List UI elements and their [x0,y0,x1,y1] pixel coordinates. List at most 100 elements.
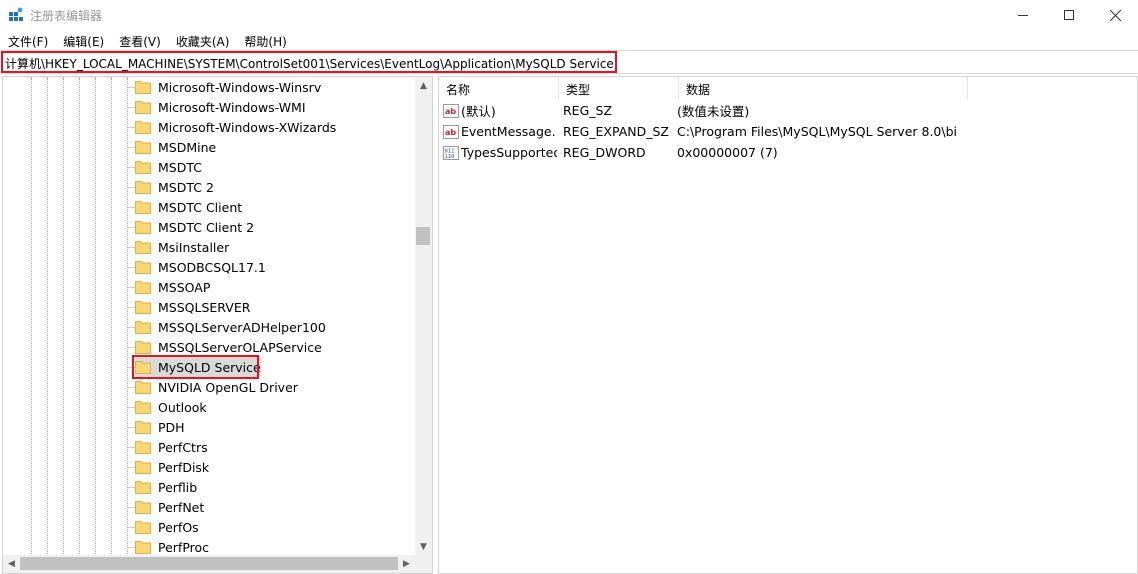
value-row[interactable]: ab (默认) REG_SZ (数值未设置) [443,100,957,121]
tree-item[interactable]: Perflib [135,477,197,497]
tree-item[interactable]: MSSOAP [135,277,210,297]
maximize-icon [1064,10,1074,20]
tree-item[interactable]: NVIDIA OpenGL Driver [135,377,298,397]
menu-file[interactable]: 文件(F) [0,30,55,50]
title-bar: 注册表编辑器 [0,0,1138,30]
tree-item[interactable]: PerfDisk [135,457,209,477]
folder-icon [135,421,151,434]
tree-item-label: MSSOAP [158,279,211,295]
tree-item-label: MSSQLSERVER [158,299,251,315]
svg-text:110: 110 [445,154,455,160]
folder-icon [135,321,151,334]
minimize-button[interactable] [1000,0,1046,30]
menu-bar: 文件(F) 编辑(E) 查看(V) 收藏夹(A) 帮助(H) [0,30,1138,50]
maximize-button[interactable] [1046,0,1092,30]
menu-edit[interactable]: 编辑(E) [55,30,111,50]
value-type-cell: REG_DWORD [563,145,646,160]
tree-item-label: MSODBCSQL17.1 [158,259,266,275]
tree-item[interactable]: MSDTC [135,157,202,177]
close-button[interactable] [1092,0,1138,30]
tree-item[interactable]: PerfNet [135,497,204,517]
tree-horizontal-scrollbar[interactable]: ◀ ▶ [3,555,432,573]
tree-item[interactable]: MSDTC 2 [135,177,214,197]
tree-item-label: PerfCtrs [158,439,208,455]
scroll-down-icon[interactable]: ▼ [415,538,432,555]
folder-icon [135,301,151,314]
tree-item[interactable]: MSODBCSQL17.1 [135,257,266,277]
tree-item[interactable]: PDH [135,417,185,437]
folder-icon [135,481,151,494]
binary-value-icon: 011110 [443,145,459,160]
values-list-pane[interactable]: 名称 类型 数据 ab (默认) REG_SZ (数值未设置) ab EventMessa… [438,76,1138,574]
close-icon [1109,9,1121,21]
column-header-data[interactable]: 数据 [679,77,968,99]
value-name-cell: EventMessage... [461,124,557,139]
folder-icon [135,221,151,234]
address-bar[interactable]: 计算机\HKEY_LOCAL_MACHINE\SYSTEM\ControlSet… [0,50,1138,74]
tree-item[interactable]: MSDTC Client 2 [135,217,254,237]
tree-item-label: PerfOs [158,519,199,535]
tree-item[interactable]: MSSQLServerOLAPService [135,337,322,357]
tree-item[interactable]: Microsoft-Windows-WMI [135,97,306,117]
tree-item-label: MSSQLServerADHelper100 [158,319,326,335]
tree-item-label: PDH [158,419,185,435]
menu-view[interactable]: 查看(V) [111,30,168,50]
tree-item-label: MSDTC Client [158,199,243,215]
horizontal-scroll-thumb[interactable] [20,557,398,570]
value-row[interactable]: ab EventMessage... REG_EXPAND_SZ C:\Program… [443,121,957,142]
folder-icon [135,521,151,534]
folder-icon [135,441,151,454]
tree-item-label: Microsoft-Windows-WMI [158,99,306,115]
registry-editor-icon [9,7,23,21]
folder-icon [135,381,151,394]
value-type-cell: REG_EXPAND_SZ [563,124,669,139]
vertical-scroll-thumb[interactable] [416,227,430,245]
folder-icon [135,201,151,214]
tree-item-label: MsiInstaller [158,239,230,255]
string-value-icon: ab [443,103,459,118]
tree-vertical-scrollbar[interactable]: ▲ ▼ [415,77,432,555]
menu-help[interactable]: 帮助(H) [236,30,293,50]
tree-item[interactable]: PerfProc [135,537,209,557]
value-name-cell: TypesSupported [461,145,557,160]
folder-icon [135,141,151,154]
value-name-cell: (默认) [461,104,496,119]
column-header-type[interactable]: 类型 [559,77,679,99]
tree-item-label: Perflib [158,479,198,495]
value-data-cell: 0x00000007 (7) [677,145,778,160]
tree-item[interactable]: MsiInstaller [135,237,229,257]
tree-item-label: PerfDisk [158,459,210,475]
column-header-name[interactable]: 名称 [439,77,559,99]
tree-item[interactable]: MSSQLSERVER [135,297,250,317]
folder-icon [135,501,151,514]
tree-item[interactable]: MSSQLServerADHelper100 [135,317,326,337]
tree-item-label: PerfProc [158,539,210,555]
scroll-right-icon[interactable]: ▶ [398,555,415,573]
value-row[interactable]: 011 110 TypesSupported REG_DWORD 0x00000007 … [443,142,957,163]
tree-item[interactable]: MSDTC Client [135,197,242,217]
folder-icon [135,281,151,294]
folder-icon [135,241,151,254]
key-tree-pane[interactable]: Microsoft-Windows-Winsrv Microsoft-Window… [2,76,433,574]
tree-item-label: MSDMine [158,139,217,155]
tree-item[interactable]: PerfOs [135,517,199,537]
menu-favorites[interactable]: 收藏夹(A) [168,30,237,50]
string-value-icon: ab [443,124,459,139]
folder-icon [135,81,151,94]
tree-item[interactable]: Microsoft-Windows-XWizards [135,117,336,137]
scroll-left-icon[interactable]: ◀ [3,555,20,573]
folder-icon [135,261,151,274]
scroll-up-icon[interactable]: ▲ [415,77,432,94]
folder-icon [135,541,151,554]
minimize-icon [1018,15,1028,16]
tree-item-label: MSDTC 2 [158,179,214,195]
tree-item[interactable]: MSDMine [135,137,216,157]
folder-icon [135,101,151,114]
tree-item[interactable]: Outlook [135,397,207,417]
folder-icon [135,341,151,354]
tree-item[interactable]: Microsoft-Windows-Winsrv [135,77,321,97]
tree-item-label: NVIDIA OpenGL Driver [158,379,298,395]
address-highlight-box [1,51,617,73]
folder-icon [135,401,151,414]
tree-item[interactable]: PerfCtrs [135,437,208,457]
